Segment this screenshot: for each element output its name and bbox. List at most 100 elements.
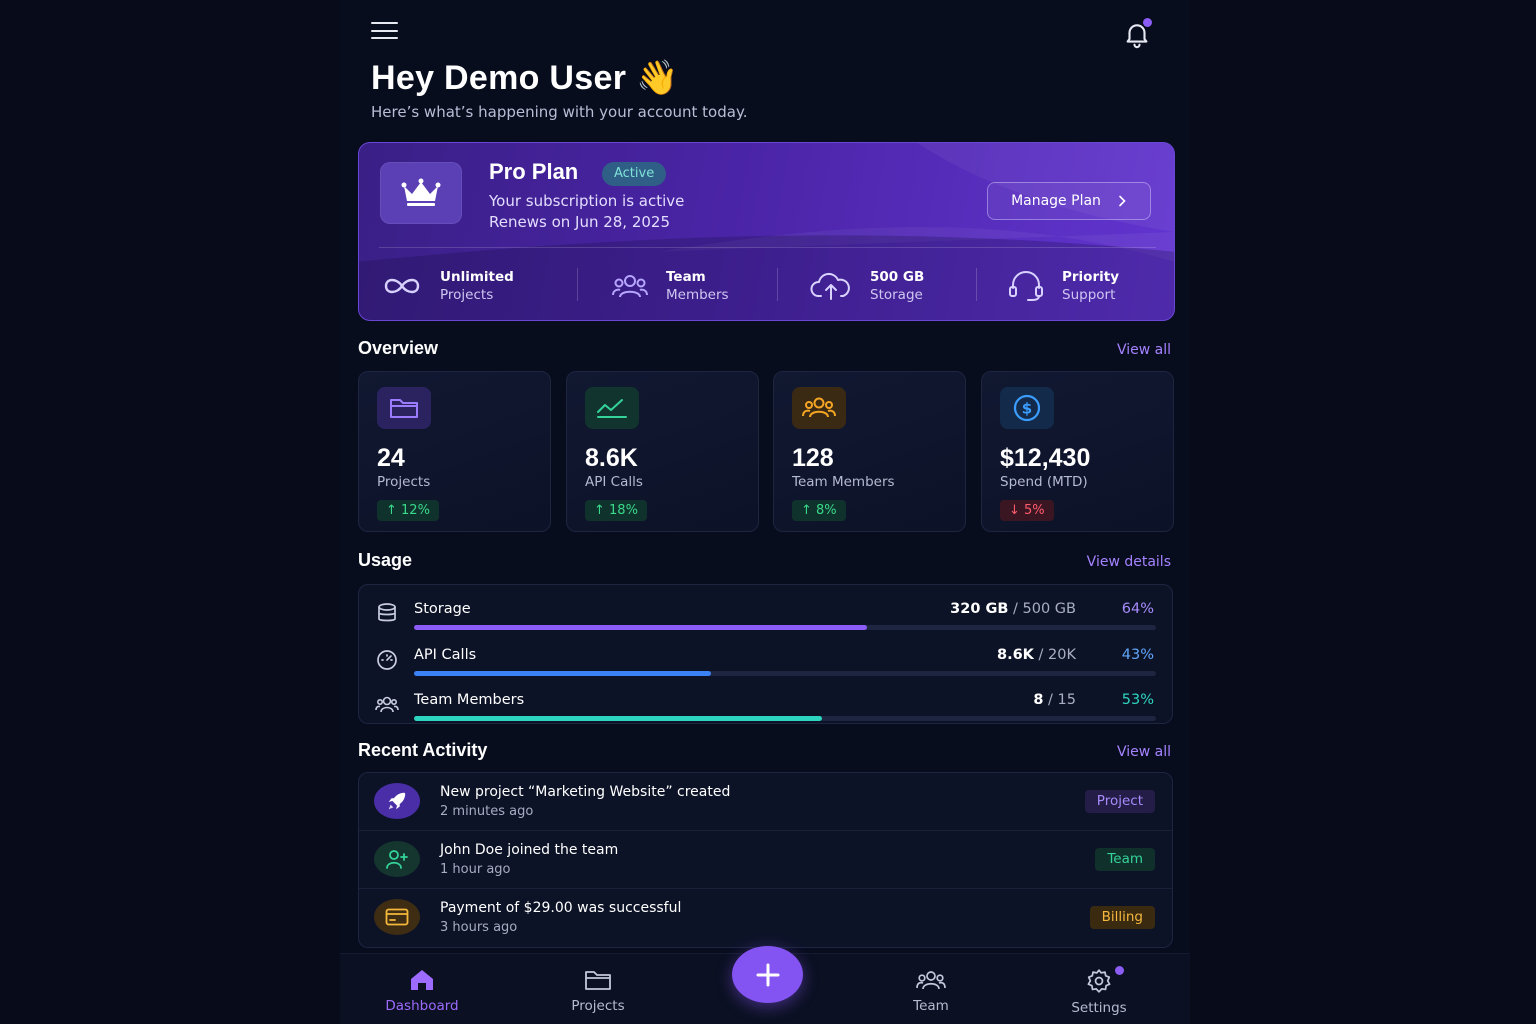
usage-value: 320 GB / 500 GB (950, 601, 1076, 617)
stat-change: ↑ 8% (792, 500, 846, 521)
infinity-icon (384, 278, 420, 293)
overview-view-all-link[interactable]: View all (1117, 342, 1171, 358)
stat-change: ↑ 12% (377, 500, 439, 521)
stat-value: 8.6K (585, 444, 638, 472)
feature-title: Unlimited (440, 268, 514, 285)
stat-card-api-calls[interactable]: 8.6K API Calls ↑ 18% (566, 371, 759, 532)
progress-fill (414, 625, 867, 630)
activity-time: 1 hour ago (440, 862, 511, 877)
dollar-icon: $ (1000, 387, 1054, 429)
stat-value: 24 (377, 444, 405, 472)
stat-label: API Calls (585, 474, 643, 490)
page-subtitle: Here’s what’s happening with your accoun… (371, 103, 748, 121)
stat-card-projects[interactable]: 24 Projects ↑ 12% (358, 371, 551, 532)
nav-settings[interactable]: Settings (1044, 966, 1154, 1016)
stat-change: ↑ 18% (585, 500, 647, 521)
activity-time: 2 minutes ago (440, 804, 534, 819)
plus-icon (756, 963, 779, 986)
plan-status-text: Your subscription is active (489, 192, 685, 210)
stat-card-spend[interactable]: $ $12,430 Spend (MTD) ↓ 5% (981, 371, 1174, 532)
activity-tag: Project (1084, 790, 1155, 813)
nav-dashboard[interactable]: Dashboard (367, 968, 477, 1014)
status-badge: Active (602, 162, 667, 186)
app-screen: Hey Demo User 👋 Here’s what’s happening … (340, 0, 1190, 1024)
progress-track (414, 716, 1156, 721)
users-icon (792, 387, 846, 429)
usage-percent: 64% (1121, 601, 1154, 617)
usage-value: 8 / 15 (1033, 692, 1076, 708)
divider (976, 268, 977, 301)
progress-fill (414, 716, 823, 721)
feature-projects: Unlimited Projects (381, 258, 514, 313)
crown-icon (401, 178, 441, 206)
folder-icon (585, 971, 611, 990)
manage-plan-label: Manage Plan (1011, 193, 1101, 209)
progress-fill (414, 671, 711, 676)
plan-title: Pro Plan (489, 159, 579, 184)
activity-title: John Doe joined the team (440, 842, 619, 858)
usage-name: API Calls (414, 647, 477, 663)
rocket-icon (374, 783, 420, 819)
team-icon (916, 971, 946, 990)
nav-projects[interactable]: Projects (543, 968, 653, 1014)
notification-dot (1143, 18, 1152, 27)
nav-team[interactable]: Team (876, 968, 986, 1014)
home-icon (411, 970, 433, 990)
headset-icon (1009, 270, 1043, 301)
notification-dot (1115, 966, 1124, 975)
nav-label: Settings (1071, 1000, 1127, 1016)
feature-storage: 500 GB Storage (809, 258, 924, 313)
nav-label: Dashboard (385, 998, 459, 1014)
stat-change: ↓ 5% (1000, 500, 1054, 521)
folder-icon (377, 387, 431, 429)
chart-line-icon (585, 387, 639, 429)
plan-renewal-text: Renews on Jun 28, 2025 (489, 213, 671, 231)
gear-icon (1087, 969, 1111, 993)
plan-card: Pro Plan Active Your subscription is act… (358, 142, 1175, 321)
feature-support: Priority Support (1007, 258, 1119, 313)
manage-plan-button[interactable]: Manage Plan (987, 182, 1151, 220)
usage-row-team-members: Team Members 8 / 15 53% (359, 682, 1172, 726)
feature-sub: Projects (440, 286, 494, 303)
feature-team: Team Members (611, 258, 729, 313)
page-title: Hey Demo User 👋 (371, 59, 679, 97)
feature-sub: Members (666, 286, 729, 303)
list-item[interactable]: John Doe joined the team 1 hour ago Team (359, 831, 1172, 889)
feature-title: 500 GB (870, 268, 925, 285)
menu-icon[interactable] (371, 22, 399, 44)
cloud-upload-icon (810, 272, 850, 300)
stat-card-team-members[interactable]: 128 Team Members ↑ 8% (773, 371, 966, 532)
add-button[interactable] (732, 946, 803, 1003)
activity-time: 3 hours ago (440, 920, 518, 935)
usage-value: 8.6K / 20K (996, 647, 1076, 663)
list-item[interactable]: New project “Marketing Website” created … (359, 773, 1172, 831)
notification-button[interactable] (1120, 16, 1154, 50)
divider (777, 268, 778, 301)
gauge-icon (377, 650, 397, 670)
divider (577, 268, 578, 301)
user-plus-icon (374, 841, 420, 877)
crown-icon-box (380, 162, 462, 224)
activity-title: Payment of $29.00 was successful (440, 900, 682, 916)
list-item[interactable]: Payment of $29.00 was successful 3 hours… (359, 889, 1172, 947)
divider (379, 247, 1156, 248)
stat-label: Team Members (792, 474, 895, 490)
feature-sub: Storage (870, 286, 923, 303)
users-icon (375, 696, 399, 713)
activity-view-all-link[interactable]: View all (1117, 744, 1171, 760)
usage-title: Usage (358, 550, 413, 570)
feature-title: Priority (1062, 268, 1119, 285)
usage-row-api-calls: API Calls 8.6K / 20K 43% (359, 637, 1172, 681)
activity-tag: Team (1095, 848, 1155, 871)
stat-label: Projects (377, 474, 431, 490)
usage-name: Team Members (414, 692, 525, 708)
stat-value: $12,430 (1000, 444, 1091, 472)
database-icon (378, 603, 396, 622)
nav-label: Team (913, 998, 949, 1014)
usage-panel: Storage 320 GB / 500 GB 64% API Calls 8.… (358, 584, 1173, 724)
stat-value: 128 (792, 444, 834, 472)
team-icon (612, 274, 648, 297)
stat-label: Spend (MTD) (1000, 474, 1088, 490)
usage-view-details-link[interactable]: View details (1087, 554, 1171, 570)
usage-percent: 53% (1121, 692, 1154, 708)
